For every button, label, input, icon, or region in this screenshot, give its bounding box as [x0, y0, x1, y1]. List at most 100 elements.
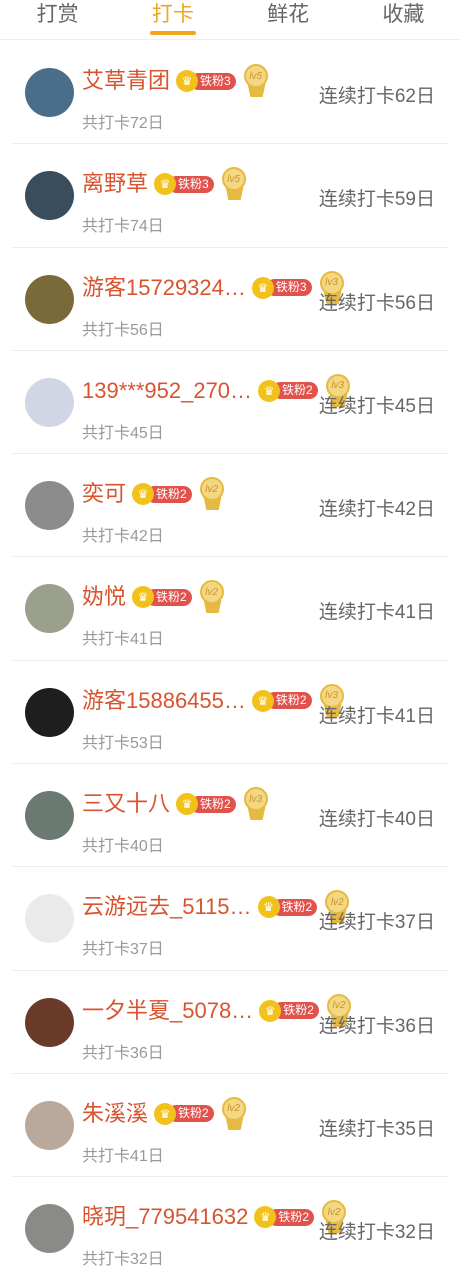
name-line: 139***952_270… ♛ 铁粉2 lv3 [82, 373, 352, 407]
streak-checkins: 连续打卡62日 [318, 86, 435, 107]
streak-checkins: 连续打卡41日 [318, 705, 435, 727]
total-checkins: 共打卡42日 [82, 528, 164, 546]
user-name[interactable]: 妫悦 [82, 582, 126, 612]
tab-bar: 打赏 打卡 鲜花 收藏 [0, 0, 461, 40]
list-item[interactable]: 艾草青团 ♛ 铁粉3 lv5 共打卡72日 连续打卡62日 [12, 41, 449, 145]
user-name[interactable]: 奕可 [82, 479, 126, 509]
name-line: 朱溪溪 ♛ 铁粉2 lv2 [82, 1096, 248, 1131]
total-checkins: 共打卡40日 [82, 838, 164, 856]
total-checkins: 共打卡45日 [82, 424, 164, 442]
avatar[interactable] [25, 1204, 74, 1254]
total-checkins: 共打卡72日 [82, 115, 164, 132]
medal-level-label: lv3 [243, 787, 268, 812]
avatar[interactable] [25, 997, 74, 1047]
medal-icon: lv3 [242, 787, 270, 821]
user-name[interactable]: 139***952_270… [82, 376, 252, 406]
streak-checkins: 连续打卡32日 [318, 1222, 435, 1244]
avatar[interactable] [25, 1100, 74, 1150]
avatar[interactable] [25, 481, 74, 531]
fan-badge: ♛ 铁粉2 [258, 379, 318, 402]
user-name[interactable]: 朱溪溪 [82, 1099, 148, 1129]
streak-checkins: 连续打卡41日 [318, 602, 435, 624]
name-line: 晓玥_779541632 ♛ 铁粉2 lv2 [82, 1200, 348, 1234]
name-line: 游客15729324… ♛ 铁粉3 lv3 [82, 270, 346, 304]
avatar[interactable] [25, 791, 74, 841]
user-name[interactable]: 游客15729324… [82, 273, 246, 303]
streak-checkins: 连续打卡56日 [318, 292, 435, 314]
name-line: 三又十八 ♛ 铁粉2 lv3 [82, 787, 270, 821]
user-name[interactable]: 游客15886455… [82, 686, 246, 716]
list-item[interactable]: 离野草 ♛ 铁粉3 lv5 共打卡74日 连续打卡59日 [12, 144, 449, 248]
streak-checkins: 连续打卡40日 [318, 809, 435, 831]
streak-checkins: 连续打卡45日 [318, 395, 435, 417]
medal-icon: lv5 [220, 167, 248, 201]
user-name[interactable]: 晓玥_779541632 [82, 1202, 248, 1232]
fan-badge: ♛ 铁粉3 [176, 70, 236, 92]
user-name[interactable]: 离野草 [82, 169, 148, 199]
crown-icon: ♛ [176, 70, 199, 92]
fan-badge: ♛ 铁粉2 [257, 896, 318, 919]
checkin-list: 艾草青团 ♛ 铁粉3 lv5 共打卡72日 连续打卡62日 离野草 ♛ 铁粉3 [12, 41, 449, 1280]
crown-icon: ♛ [259, 999, 282, 1022]
crown-icon: ♛ [251, 276, 274, 299]
medal-level-label: lv5 [221, 167, 246, 192]
avatar[interactable] [25, 68, 74, 117]
name-line: 离野草 ♛ 铁粉3 lv5 [82, 167, 248, 201]
medal-level-label: lv5 [243, 64, 268, 88]
tab-checkin[interactable]: 打卡 [115, 0, 230, 39]
streak-checkins: 连续打卡36日 [318, 1015, 435, 1037]
name-line: 奕可 ♛ 铁粉2 lv2 [82, 477, 226, 511]
avatar[interactable] [25, 894, 74, 944]
streak-checkins: 连续打卡42日 [318, 499, 435, 521]
medal-icon: lv2 [220, 1096, 248, 1131]
list-item[interactable]: 三又十八 ♛ 铁粉2 lv3 共打卡40日 连续打卡40日 [12, 764, 449, 868]
fan-badge: ♛ 铁粉2 [254, 1206, 315, 1229]
list-item[interactable]: 奕可 ♛ 铁粉2 lv2 共打卡42日 连续打卡42日 [12, 454, 449, 558]
total-checkins: 共打卡56日 [82, 321, 164, 339]
list-item[interactable]: 晓玥_779541632 ♛ 铁粉2 lv2 共打卡32日 连续打卡32日 [12, 1177, 449, 1280]
crown-icon: ♛ [251, 689, 274, 712]
avatar[interactable] [25, 377, 74, 427]
total-checkins: 共打卡41日 [82, 1147, 164, 1165]
medal-level-label: lv2 [221, 1096, 246, 1121]
total-checkins: 共打卡36日 [82, 1044, 164, 1062]
crown-icon: ♛ [257, 896, 280, 919]
user-name[interactable]: 一夕半夏_5078… [82, 996, 253, 1026]
total-checkins: 共打卡41日 [82, 631, 164, 649]
name-line: 游客15886455… ♛ 铁粉2 lv3 [82, 683, 346, 717]
list-item[interactable]: 游客15886455… ♛ 铁粉2 lv3 共打卡53日 连续打卡41日 [12, 661, 449, 765]
avatar[interactable] [25, 687, 74, 737]
tab-favorites[interactable]: 收藏 [346, 0, 461, 39]
total-checkins: 共打卡32日 [82, 1251, 164, 1269]
total-checkins: 共打卡37日 [82, 941, 164, 959]
medal-icon: lv5 [242, 64, 270, 98]
name-line: 一夕半夏_5078… ♛ 铁粉2 lv2 [82, 993, 353, 1027]
user-name[interactable]: 云游远去_5115… [82, 892, 252, 922]
list-item[interactable]: 妫悦 ♛ 铁粉2 lv2 共打卡41日 连续打卡41日 [12, 557, 449, 661]
fan-badge: ♛ 铁粉2 [259, 999, 319, 1022]
name-line: 艾草青团 ♛ 铁粉3 lv5 [82, 64, 270, 98]
tab-tip[interactable]: 打赏 [0, 0, 115, 39]
user-name[interactable]: 三又十八 [82, 789, 170, 819]
avatar[interactable] [25, 171, 74, 221]
fan-badge: ♛ 铁粉3 [251, 276, 312, 299]
list-item[interactable]: 139***952_270… ♛ 铁粉2 lv3 共打卡45日 连续打卡45日 [12, 351, 449, 455]
list-item[interactable]: 云游远去_5115… ♛ 铁粉2 lv2 共打卡37日 连续打卡37日 [12, 867, 449, 971]
total-checkins: 共打卡53日 [82, 734, 164, 752]
list-item[interactable]: 游客15729324… ♛ 铁粉3 lv3 共打卡56日 连续打卡56日 [12, 248, 449, 351]
fan-badge: ♛ 铁粉2 [154, 1102, 214, 1125]
medal-level-label: lv2 [199, 477, 224, 502]
avatar[interactable] [25, 274, 74, 324]
streak-checkins: 连续打卡35日 [318, 1118, 435, 1140]
fan-badge: ♛ 铁粉2 [251, 689, 312, 712]
total-checkins: 共打卡74日 [82, 218, 164, 236]
avatar[interactable] [25, 584, 74, 634]
medal-icon: lv2 [198, 580, 226, 614]
list-item[interactable]: 朱溪溪 ♛ 铁粉2 lv2 共打卡41日 连续打卡35日 [12, 1074, 449, 1178]
tab-flowers[interactable]: 鲜花 [231, 0, 346, 39]
list-item[interactable]: 一夕半夏_5078… ♛ 铁粉2 lv2 共打卡36日 连续打卡36日 [12, 971, 449, 1074]
crown-icon: ♛ [154, 1102, 177, 1125]
streak-checkins: 连续打卡59日 [318, 189, 435, 211]
user-name[interactable]: 艾草青团 [82, 66, 170, 96]
crown-icon: ♛ [258, 379, 281, 402]
